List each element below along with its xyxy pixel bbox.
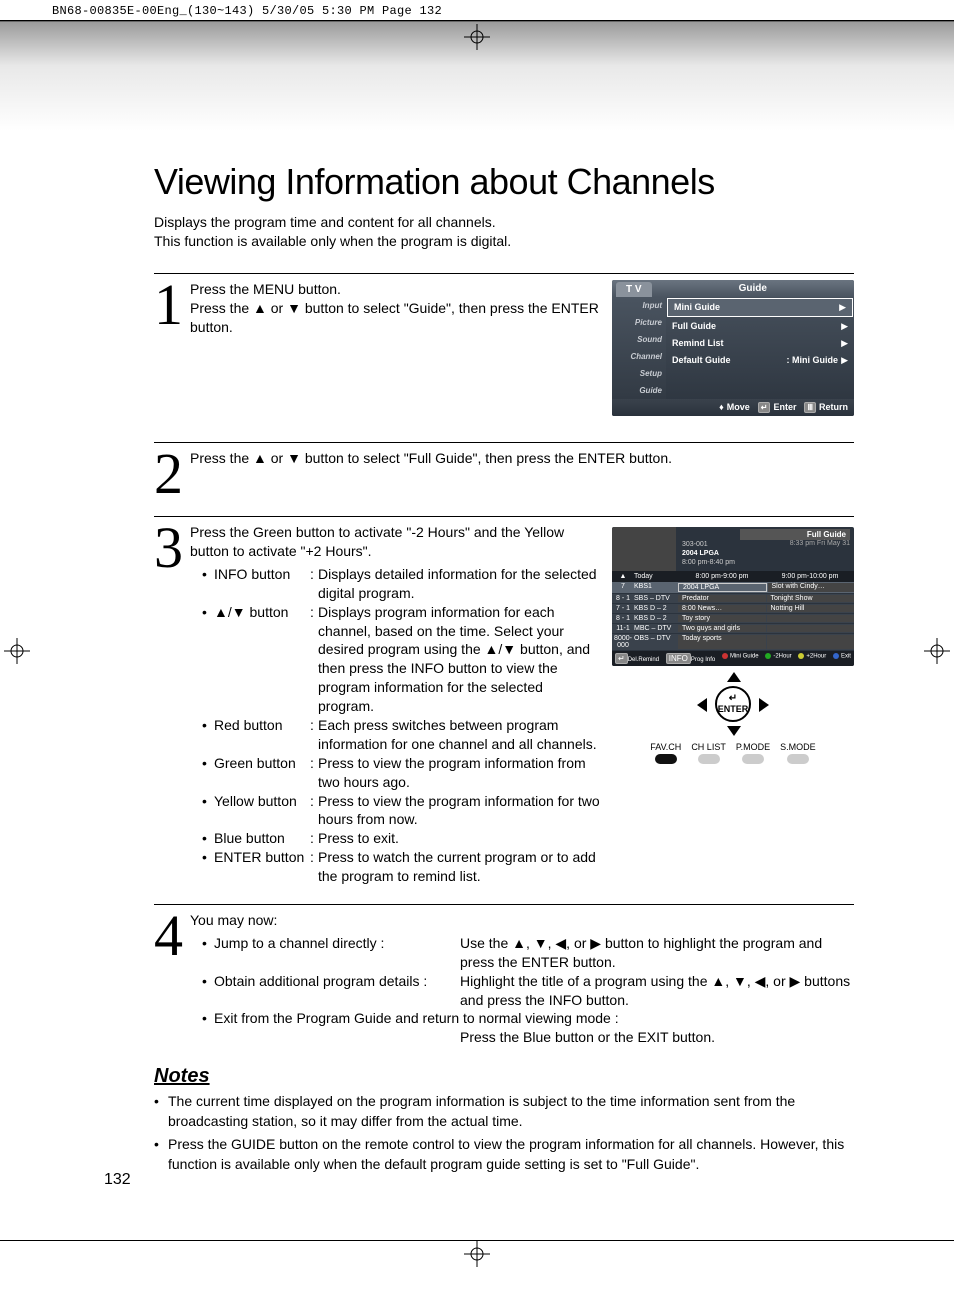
tv-side-item: Guide [612, 382, 666, 399]
fg-foot-item: -2Hour [765, 653, 791, 664]
pill-button-icon [655, 754, 677, 764]
bullet-item: •Yellow button:Press to view the program… [202, 792, 600, 830]
tv-side-item: Sound [612, 331, 666, 348]
tv-menu-row: Default Guide: Mini Guide▶ [666, 352, 854, 369]
notes-heading: Notes [154, 1065, 854, 1088]
bullet-item: •Obtain additional program details :High… [202, 972, 854, 1010]
tv-foot-return: Ⅲ Return [804, 402, 848, 413]
page-title: Viewing Information about Channels [154, 161, 854, 203]
bullet-item: •Blue button:Press to exit. [202, 829, 600, 848]
tv-menu-row: Remind List▶ [666, 335, 854, 352]
tv-tab-main: T V [616, 282, 652, 297]
intro-text: Displays the program time and content fo… [154, 213, 854, 251]
guide-row: 8 - 1SBS – DTVPredatorTonight Show [612, 594, 854, 603]
registration-mark-icon [464, 1241, 490, 1267]
guide-row: 11-1MBC – DTVTwo guys and girls [612, 624, 854, 633]
pill-button-icon [742, 754, 764, 764]
left-arrow-icon [697, 698, 707, 712]
print-header: BN68-00835E-00Eng_(130~143) 5/30/05 5:30… [0, 0, 954, 18]
step-text: You may now: •Jump to a channel directly… [190, 911, 854, 1047]
remote-diagram: ↵ENTER FAV.CH CH LIST P.MODE S.MODE [612, 674, 854, 764]
right-arrow-icon [759, 698, 769, 712]
pill-button-icon [698, 754, 720, 764]
fg-foot-item: +2Hour [798, 653, 826, 664]
fg-foot-item: ↵Del.Remind [615, 653, 659, 664]
tv-side-item: Picture [612, 314, 666, 331]
bullet-item: •▲/▼ button:Displays program information… [202, 603, 600, 716]
bullet-item: •Red button:Each press switches between … [202, 716, 600, 754]
registration-mark-icon [924, 638, 950, 664]
step-number: 2 [154, 449, 190, 498]
bullet-item: •Green button:Press to view the program … [202, 754, 600, 792]
step-text: Press the ▲ or ▼ button to select "Full … [190, 449, 854, 498]
step-number: 3 [154, 523, 190, 886]
step-text: Press the Green button to activate "-2 H… [190, 523, 600, 886]
guide-row: 7KBS12004 LPGASlot with Cindy… [612, 582, 854, 593]
notes-section: Notes The current time displayed on the … [154, 1065, 854, 1174]
tv-tab-title: Guide [652, 280, 854, 297]
fg-foot-item: INFOProg Info [666, 653, 715, 664]
tv-menu-row: Mini Guide▶ [667, 298, 853, 317]
full-guide-figure: Full Guide 303-001 2004 LPGA 8:00 pm-8:4… [612, 527, 854, 666]
tv-guide-menu-figure: T V Guide Input Picture Sound Channel Se… [612, 280, 854, 416]
fg-foot-item: Mini Guide [722, 653, 759, 664]
enter-button-icon: ↵ENTER [715, 686, 751, 722]
down-arrow-icon [727, 726, 741, 736]
bullet-item: •ENTER button:Press to watch the current… [202, 848, 600, 886]
up-arrow-icon [727, 672, 741, 682]
pill-button-icon [787, 754, 809, 764]
guide-row: 8 - 1KBS D – 2Toy story [612, 614, 854, 623]
tv-foot-move: ♦ Move [719, 402, 750, 413]
step-number: 4 [154, 911, 190, 1047]
registration-mark-icon [464, 24, 490, 50]
tv-menu-row: Full Guide▶ [666, 318, 854, 335]
tv-side-item: Channel [612, 348, 666, 365]
tv-side-item: Input [612, 297, 666, 314]
step-number: 1 [154, 280, 190, 424]
registration-mark-icon [4, 638, 30, 664]
bullet-item: •Jump to a channel directly :Use the ▲, … [202, 934, 854, 972]
bullet-item: •Exit from the Program Guide and return … [202, 1009, 854, 1047]
fg-foot-item: Exit [833, 653, 851, 664]
notes-item: The current time displayed on the progra… [168, 1092, 854, 1131]
tv-side-item: Setup [612, 365, 666, 382]
tv-foot-enter: ↵ Enter [758, 402, 797, 413]
page-number: 132 [104, 1171, 131, 1189]
guide-row: 7 - 1KBS D – 28:00 News…Notting Hill [612, 604, 854, 613]
step-text: Press the MENU button. Press the ▲ or ▼ … [190, 280, 600, 424]
guide-row: 8000-000OBS – DTVToday sports [612, 634, 854, 650]
notes-item: Press the GUIDE button on the remote con… [168, 1135, 854, 1174]
bullet-item: •INFO button:Displays detailed informati… [202, 565, 600, 603]
